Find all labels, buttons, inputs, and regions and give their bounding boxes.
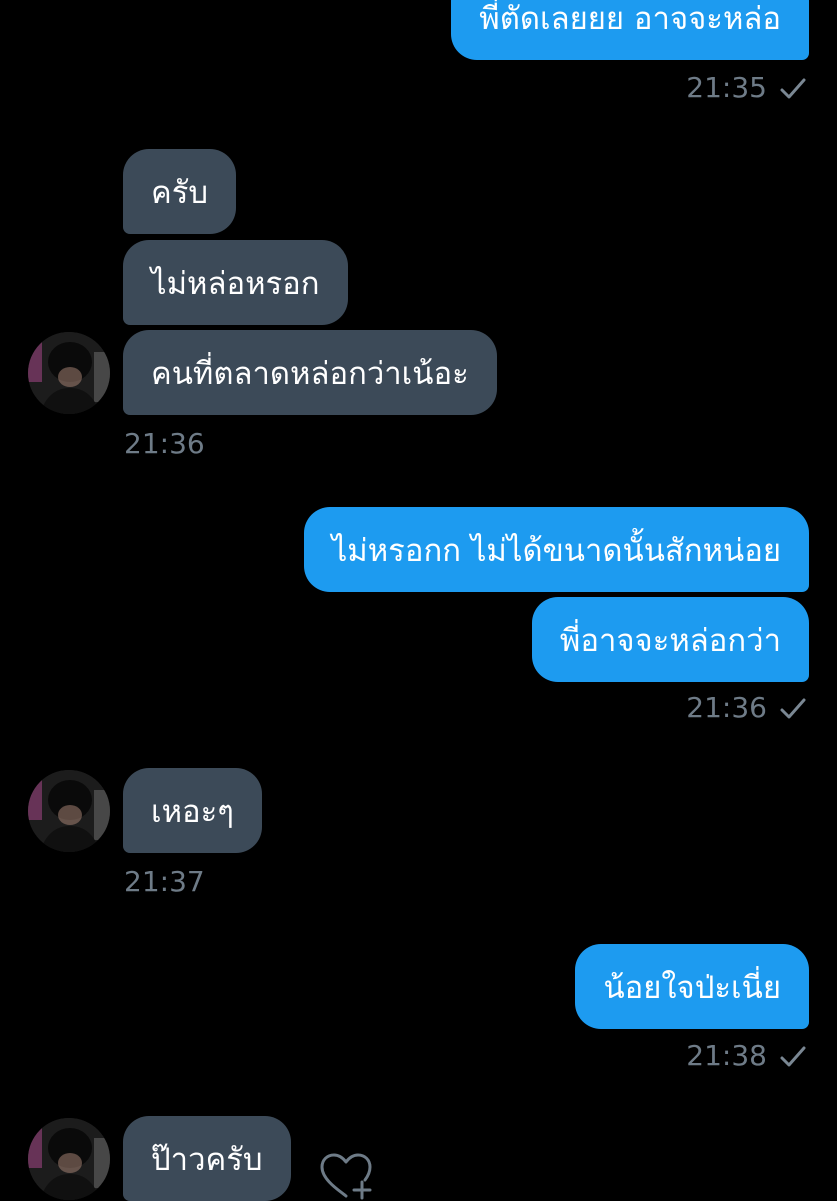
message-text: ป๊าวครับ [151,1141,263,1178]
received-message-bubble[interactable]: ป๊าวครับ [123,1116,291,1201]
checkmark-icon [780,698,806,719]
message-text: คนที่ตลาดหล่อกว่าเน้อะ [151,355,469,392]
sent-message-bubble[interactable]: พี่ตัดเลยยย อาจจะหล่อ [451,0,809,60]
received-message-bubble[interactable]: ไม่หล่อหรอก [123,240,348,325]
avatar[interactable] [28,770,110,852]
heart-plus-icon[interactable] [318,1152,374,1200]
message-text: พี่อาจจะหล่อกว่า [559,622,781,659]
message-text: เหอะๆ [151,793,234,830]
avatar-photo [28,1118,110,1200]
checkmark-icon [780,78,806,99]
avatar-photo [28,770,110,852]
avatar-photo [28,332,110,414]
message-text: ไม่หล่อหรอก [151,265,320,302]
received-message-bubble[interactable]: คนที่ตลาดหล่อกว่าเน้อะ [123,330,497,415]
message-timestamp: 21:35 [686,71,767,104]
checkmark-icon [780,1046,806,1067]
message-text: พี่ตัดเลยยย อาจจะหล่อ [479,0,781,37]
sent-message-bubble[interactable]: น้อยใจป่ะเนี่ย [575,944,809,1029]
sent-message-bubble[interactable]: ไม่หรอกก ไม่ได้ขนาดนั้นสักหน่อย [303,507,809,592]
message-timestamp: 21:38 [686,1039,767,1072]
message-timestamp: 21:37 [124,865,205,898]
message-timestamp: 21:36 [686,691,767,724]
avatar[interactable] [28,1118,110,1200]
avatar[interactable] [28,332,110,414]
message-text: ไม่หรอกก ไม่ได้ขนาดนั้นสักหน่อย [331,532,781,569]
sent-message-bubble[interactable]: พี่อาจจะหล่อกว่า [531,597,809,682]
received-message-bubble[interactable]: เหอะๆ [123,768,262,853]
message-text: ครับ [151,174,209,211]
message-timestamp: 21:36 [124,427,205,460]
message-text: น้อยใจป่ะเนี่ย [603,969,781,1006]
received-message-bubble[interactable]: ครับ [123,149,237,234]
